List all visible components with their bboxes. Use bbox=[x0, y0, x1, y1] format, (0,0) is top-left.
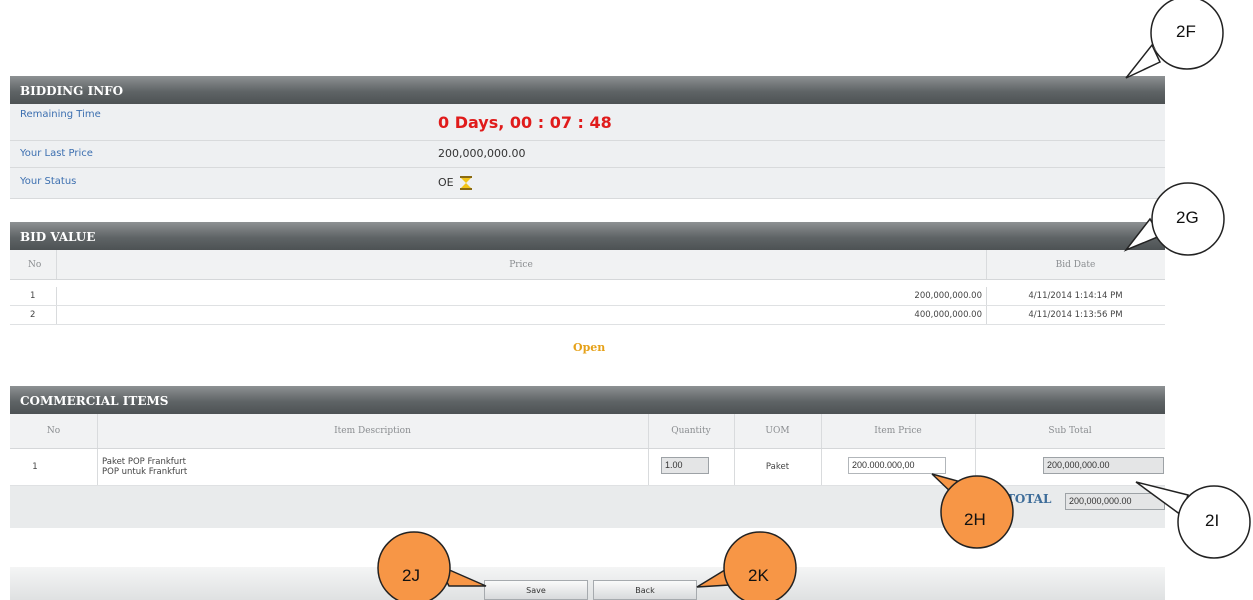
callout-2g-bubble bbox=[1123, 182, 1225, 256]
callout-2g-label: 2G bbox=[1176, 208, 1199, 227]
callout-2f-label: 2F bbox=[1176, 22, 1196, 41]
callout-2k-bubble bbox=[696, 531, 797, 600]
callout-2f-bubble bbox=[1125, 0, 1224, 79]
callout-2k-label: 2K bbox=[748, 566, 769, 585]
callout-2h-label: 2H bbox=[964, 510, 986, 529]
callout-2j-bubble bbox=[377, 531, 487, 600]
callout-2i-label: 2I bbox=[1205, 511, 1220, 530]
callout-layer bbox=[377, 0, 1251, 600]
callout-2j-label: 2J bbox=[402, 566, 420, 585]
callout-2i-bubble bbox=[1135, 481, 1251, 559]
